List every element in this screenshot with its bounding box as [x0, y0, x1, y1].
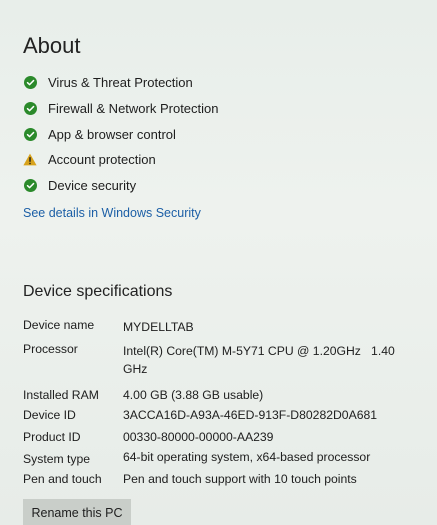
- spec-row-device-id: Device ID 3ACCA16D-A93A-46ED-913F-D80282…: [23, 404, 413, 426]
- security-item-virus: Virus & Threat Protection: [23, 70, 219, 96]
- spec-value: 4.00 GB (3.88 GB usable): [123, 388, 264, 402]
- security-item-label: Account protection: [48, 152, 156, 168]
- spec-row-system-type: System type 64-bit operating system, x64…: [23, 448, 413, 470]
- spec-row-ram: Installed RAM 4.00 GB (3.88 GB usable): [23, 382, 413, 404]
- check-circle-icon: [23, 102, 37, 116]
- spec-row-device-name: Device name MYDELLTAB: [23, 318, 413, 340]
- spec-value: Intel(R) Core(TM) M-5Y71 CPU @ 1.20GHz 1…: [123, 344, 399, 376]
- warning-triangle-icon: [23, 153, 37, 167]
- spec-key: Pen and touch: [23, 472, 102, 486]
- security-item-label: Device security: [48, 178, 137, 194]
- security-item-label: Virus & Threat Protection: [48, 75, 193, 91]
- security-item-app-browser: App & browser control: [23, 121, 219, 147]
- spec-value: 64-bit operating system, x64-based proce…: [123, 450, 371, 464]
- spec-value: 3ACCA16D-A93A-46ED-913F-D80282D0A681: [123, 408, 378, 422]
- security-item-firewall: Firewall & Network Protection: [23, 96, 219, 122]
- spec-key: Installed RAM: [23, 388, 99, 402]
- security-item-account: Account protection: [23, 147, 219, 173]
- spec-value: Pen and touch support with 10 touch poin…: [123, 472, 357, 486]
- check-circle-icon: [23, 127, 37, 141]
- device-specs-table: Device name MYDELLTAB Processor Intel(R)…: [23, 318, 413, 492]
- security-status-list: Virus & Threat Protection Firewall & Net…: [23, 70, 219, 198]
- spec-key: Device name: [23, 318, 95, 332]
- spec-key: Product ID: [23, 430, 81, 444]
- security-item-label: App & browser control: [48, 126, 176, 142]
- security-item-device: Device security: [23, 173, 219, 199]
- spec-row-processor: Processor Intel(R) Core(TM) M-5Y71 CPU @…: [23, 340, 413, 382]
- page-title: About: [23, 33, 81, 58]
- windows-security-link[interactable]: See details in Windows Security: [23, 206, 201, 220]
- about-page: About Virus & Threat Protection Firewall…: [0, 0, 437, 525]
- spec-key: System type: [23, 452, 91, 466]
- security-item-label: Firewall & Network Protection: [48, 101, 219, 117]
- spec-row-pen-touch: Pen and touch Pen and touch support with…: [23, 470, 413, 492]
- spec-value: MYDELLTAB: [123, 320, 194, 334]
- spec-key: Device ID: [23, 408, 76, 422]
- check-circle-icon: [23, 76, 37, 90]
- spec-row-product-id: Product ID 00330-80000-00000-AA239: [23, 426, 413, 448]
- device-specs-title: Device specifications: [23, 283, 173, 300]
- rename-pc-button[interactable]: Rename this PC: [23, 499, 131, 525]
- spec-value: 00330-80000-00000-AA239: [123, 430, 274, 444]
- spec-key: Processor: [23, 342, 78, 356]
- check-circle-icon: [23, 179, 37, 193]
